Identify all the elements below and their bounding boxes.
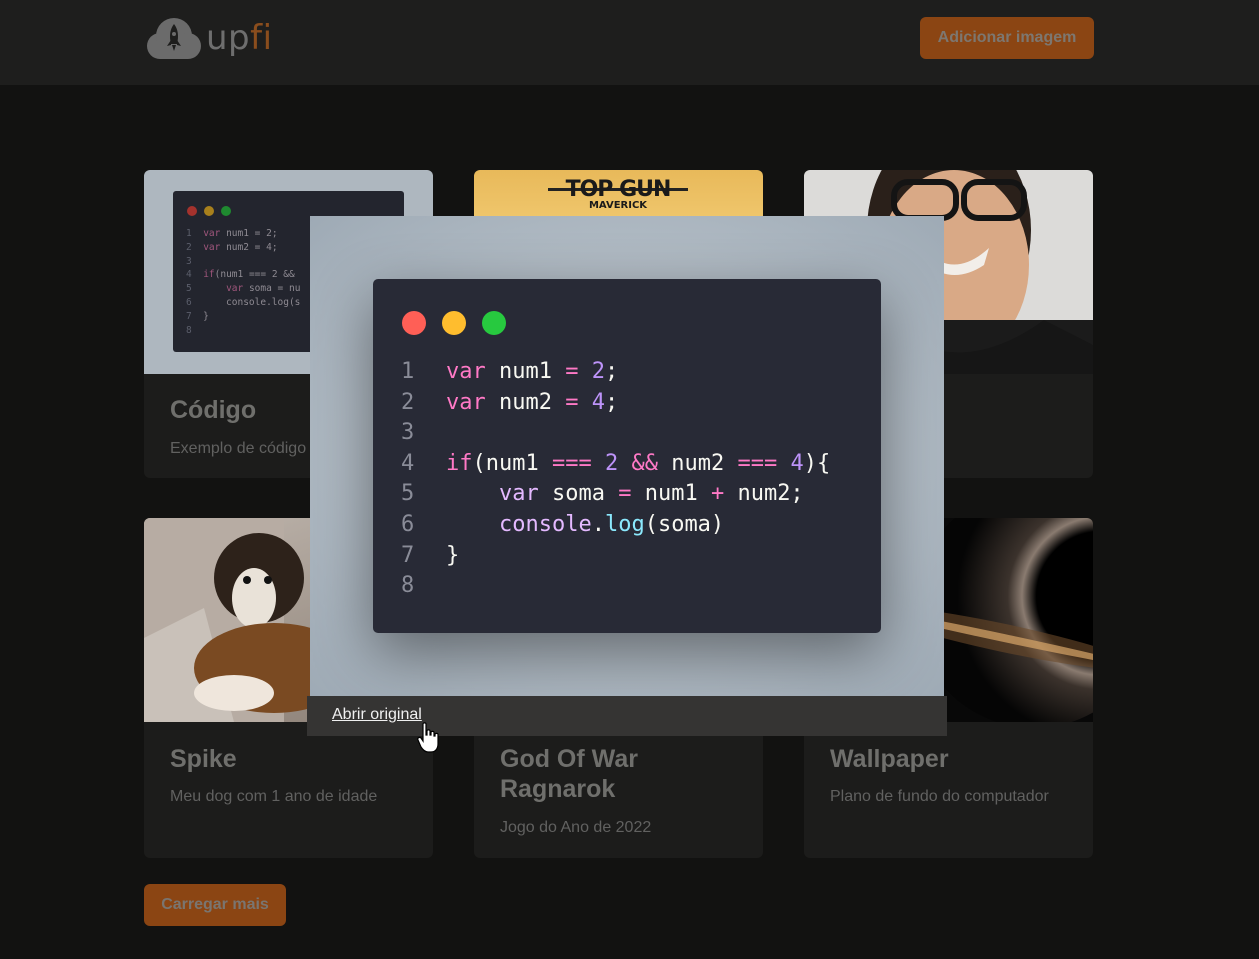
- code-line: var num2 = 4;: [446, 389, 619, 415]
- card-description: Jogo do Ano de 2022: [500, 819, 652, 836]
- card-description: Exemplo de código: [170, 440, 307, 457]
- image-modal[interactable]: 1 var num1 = 2; 2 var num2 = 4; 3 4 if(num1…: [307, 214, 947, 736]
- logo-text-up: up: [206, 18, 251, 58]
- upfi-logo[interactable]: upfi: [144, 16, 273, 60]
- modal-image: 1 var num1 = 2; 2 var num2 = 4; 3 4 if(num1…: [310, 216, 944, 696]
- modal-footer: Abrir original: [307, 696, 947, 736]
- line-number: 1: [401, 359, 415, 384]
- logo-text: upfi: [206, 18, 273, 58]
- code-block: 1 var num1 = 2; 2 var num2 = 4; 3 4 if(num1…: [401, 357, 830, 602]
- card-description: Meu dog com 1 ano de idade: [170, 788, 378, 805]
- card-title: God Of War Ragnarok: [500, 745, 638, 803]
- line-number: 5: [401, 481, 415, 507]
- top-gun-title: TOP GUN: [565, 177, 672, 202]
- window-controls: [402, 311, 506, 335]
- code-line: var soma = num1 + num2;: [498, 481, 804, 507]
- line-number: 7: [401, 542, 415, 568]
- line-number: 2: [401, 389, 415, 415]
- top-gun-subtitle: MAVERICK: [588, 200, 648, 211]
- red-dot-icon: [402, 311, 426, 335]
- code-line: var num1 = 2;: [446, 359, 619, 384]
- yellow-dot-icon: [442, 311, 466, 335]
- code-line: }: [446, 542, 460, 568]
- header: upfi Adicionar imagem: [0, 0, 1259, 85]
- card-title: Código: [170, 396, 257, 424]
- load-more-button[interactable]: Carregar mais: [144, 884, 286, 926]
- green-dot-icon: [482, 311, 506, 335]
- top-gun-logo: TOP GUN MAVERICK: [548, 177, 688, 211]
- code-line: console.log(soma): [498, 511, 725, 537]
- card-title: Wallpaper: [830, 745, 949, 773]
- code-window: 1 var num1 = 2; 2 var num2 = 4; 3 4 if(num1…: [373, 279, 881, 633]
- add-image-button[interactable]: Adicionar imagem: [920, 17, 1094, 59]
- line-number: 4: [401, 450, 415, 476]
- line-number: 8: [401, 573, 415, 599]
- code-line: if(num1 === 2 && num2 === 4){: [446, 450, 831, 476]
- logo-text-fi: fi: [250, 18, 273, 58]
- card-description: Plano de fundo do computador: [830, 788, 1049, 805]
- line-number: 3: [401, 420, 415, 446]
- cloud-rocket-icon: [147, 18, 201, 59]
- card-title: Spike: [170, 745, 237, 773]
- line-number: 6: [401, 511, 415, 537]
- hand-cursor-icon: [417, 722, 439, 753]
- open-original-link[interactable]: Abrir original: [332, 706, 422, 724]
